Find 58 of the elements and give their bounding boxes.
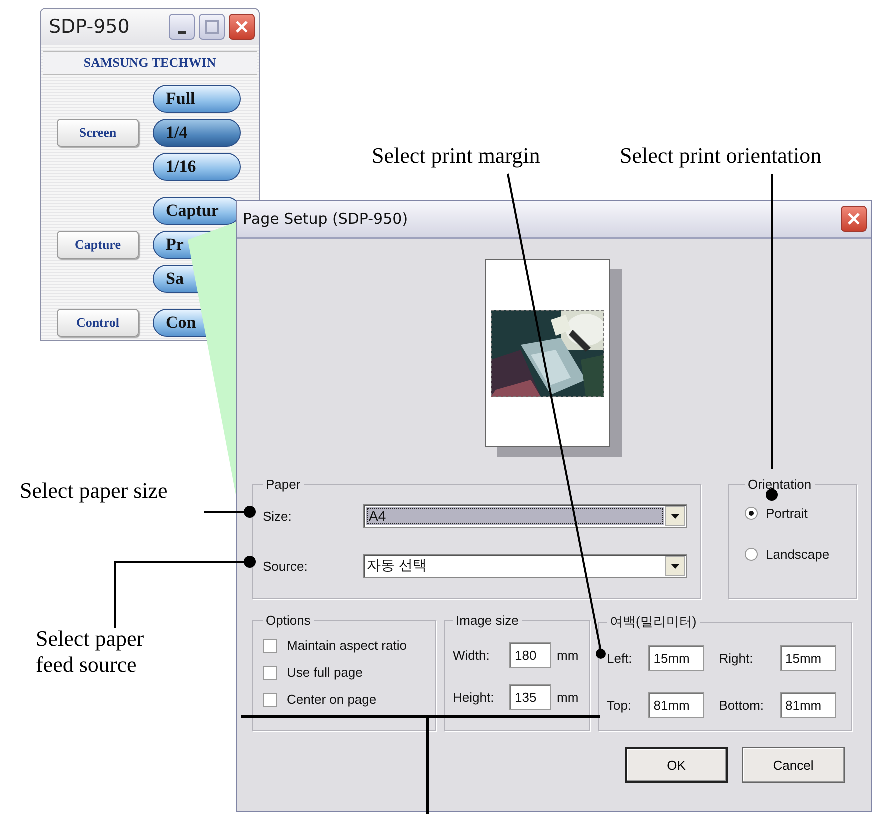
dialog-title: Page Setup (SDP-950) <box>243 210 410 228</box>
group-title: Orientation <box>747 477 813 492</box>
checkbox[interactable] <box>263 692 277 706</box>
input-field[interactable]: 135 <box>509 684 551 710</box>
checkbox-label[interactable]: Use full page <box>287 665 363 680</box>
input-field[interactable]: 15mm <box>780 645 836 671</box>
radio-button[interactable] <box>745 507 758 520</box>
checkbox-label[interactable]: Center on page <box>287 692 377 707</box>
close-icon <box>235 20 249 34</box>
field-label: Width: <box>453 648 491 662</box>
checkbox[interactable] <box>263 666 277 680</box>
unit-label: mm <box>557 648 579 662</box>
group-title: Paper <box>265 477 302 492</box>
group-title: 여백(밀리미터) <box>609 613 698 631</box>
brand-label: SAMSUNG TECHWIN <box>43 51 257 75</box>
field-label: Size: <box>263 508 293 524</box>
mode-button[interactable]: 1/4 <box>153 119 241 147</box>
checkbox[interactable] <box>263 638 277 652</box>
close-button[interactable] <box>229 14 255 40</box>
dropdown-arrow-icon <box>670 564 680 568</box>
window-title: SDP-950 <box>49 16 131 38</box>
field-label: Source: <box>263 558 309 574</box>
callout-text: Select print margin <box>372 143 540 169</box>
dialog-button[interactable]: OK <box>625 747 728 783</box>
close-icon <box>847 212 861 226</box>
field-label: Top: <box>607 698 633 712</box>
leader-line <box>204 506 256 518</box>
callout-text: Select paper size <box>20 478 168 504</box>
field-label: Right: <box>719 650 754 666</box>
radio-label[interactable]: Landscape <box>766 547 830 562</box>
mode-button[interactable]: Full <box>153 85 241 113</box>
minimize-icon <box>178 30 186 34</box>
callout-text: Select paper feed source <box>36 626 146 678</box>
dialog-button[interactable]: Cancel <box>742 747 845 783</box>
checkbox-label[interactable]: Maintain aspect ratio <box>287 638 407 653</box>
field-label: Bottom: <box>719 698 766 712</box>
input-field[interactable]: 81mm <box>648 692 704 718</box>
dropdown[interactable]: A4 <box>363 504 687 528</box>
unit-label: mm <box>557 690 579 704</box>
maximize-icon <box>205 20 219 34</box>
group-button[interactable]: Capture <box>57 231 139 259</box>
dropdown[interactable]: 자동 선택 <box>363 554 687 578</box>
callout-text: Select print orientation <box>620 143 822 169</box>
radio-label[interactable]: Portrait <box>766 506 808 521</box>
mode-button[interactable]: 1/16 <box>153 153 241 181</box>
field-label: Height: <box>453 690 496 704</box>
group-button[interactable]: Control <box>57 309 139 337</box>
group-title: Image size <box>455 613 520 628</box>
field-label: Left: <box>607 650 634 666</box>
group-title: Options <box>265 613 312 628</box>
dropdown-arrow-icon <box>670 514 680 518</box>
close-button[interactable] <box>841 206 867 232</box>
radio-button[interactable] <box>745 548 758 561</box>
input-field[interactable]: 15mm <box>648 645 704 671</box>
input-field[interactable]: 81mm <box>780 692 836 718</box>
group-button[interactable]: Screen <box>57 119 139 147</box>
minimize-button[interactable] <box>169 14 195 40</box>
input-field[interactable]: 180 <box>509 642 551 668</box>
